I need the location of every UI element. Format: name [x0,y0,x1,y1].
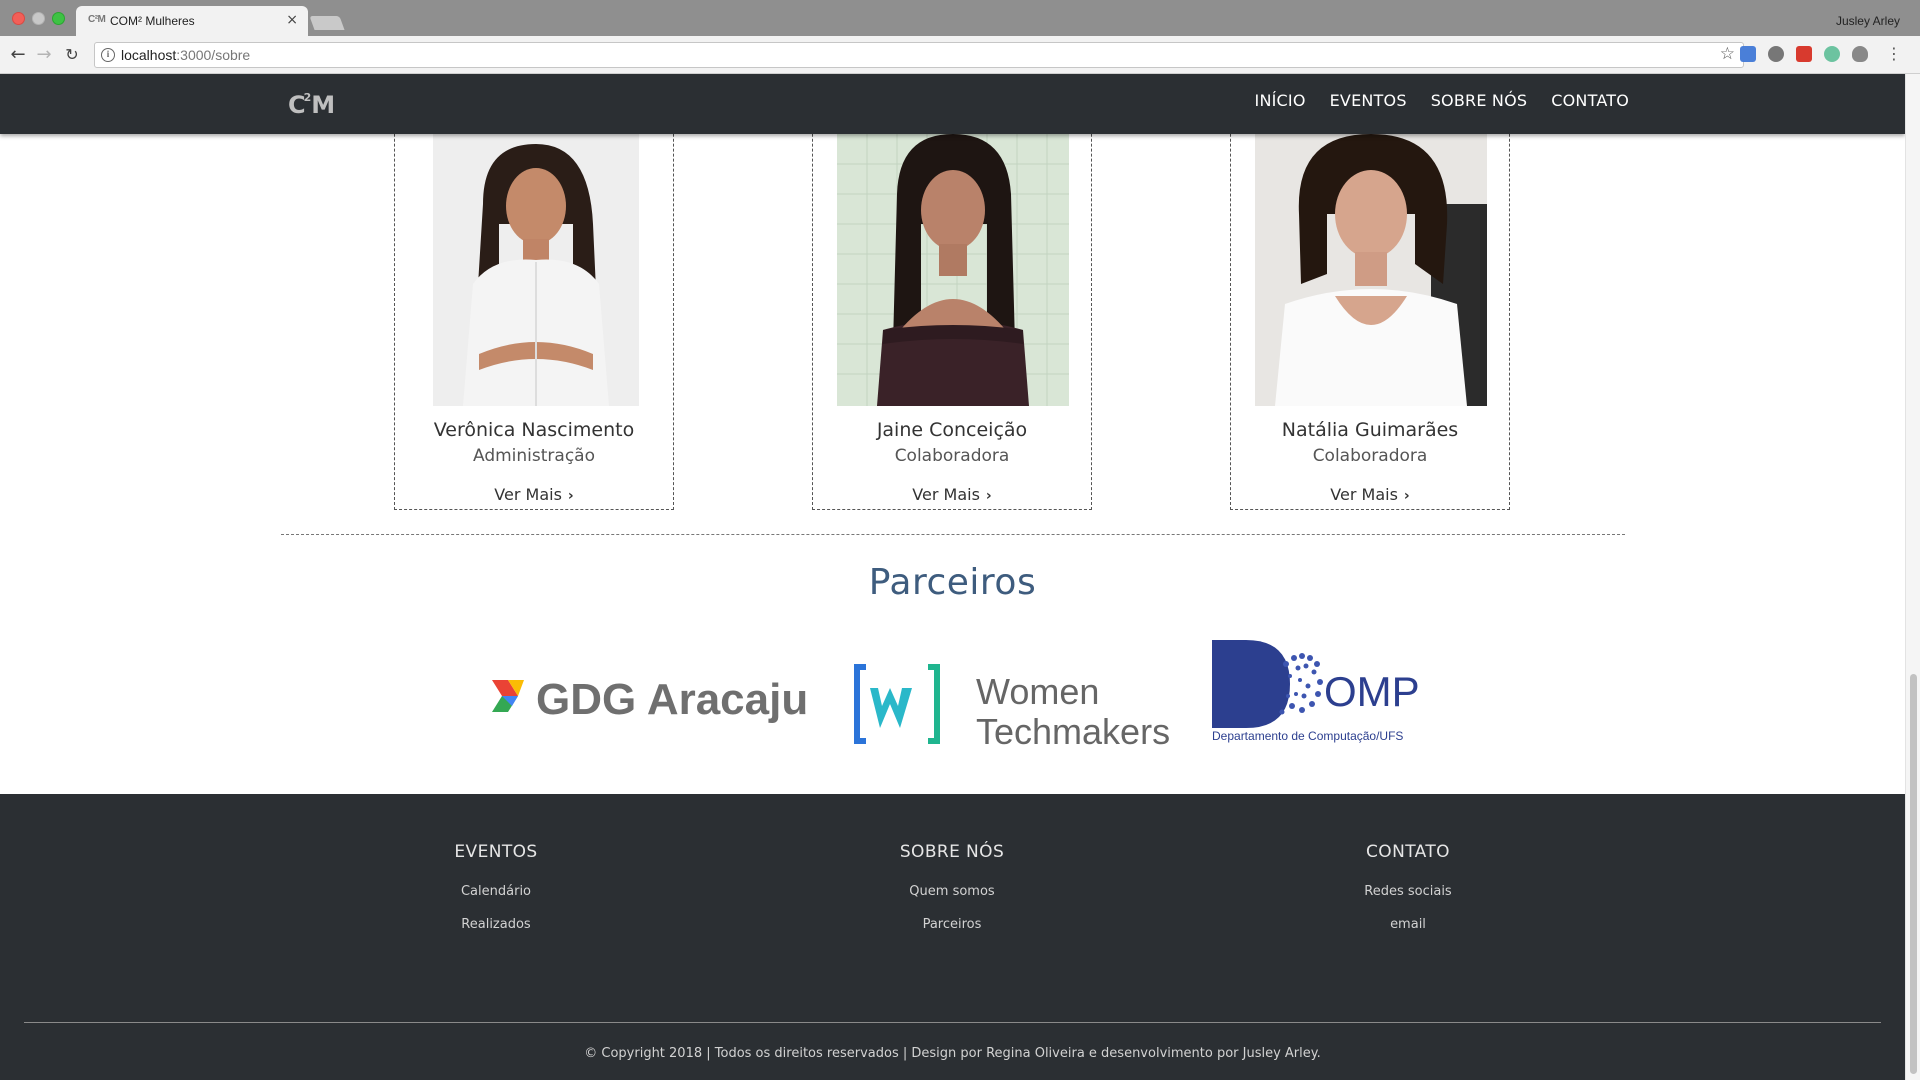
tab-favicon-icon: C²M [88,14,106,25]
info-icon[interactable]: i [101,48,115,62]
footer-link-quem-somos[interactable]: Quem somos [802,884,1102,899]
dcomp-logo-text: OMP [1324,668,1420,715]
reload-icon[interactable]: ↻ [62,45,82,65]
extension-icon[interactable] [1768,46,1784,62]
nav-eventos[interactable]: EVENTOS [1330,91,1407,110]
url-path: :3000/sobre [176,47,251,63]
ver-mais-label: Ver Mais [494,485,562,504]
footer-column-contato: CONTATO Redes sociais email [1258,842,1558,932]
bug-extension-icon[interactable] [1852,46,1868,62]
member-card: Jaine Conceição Colaboradora Ver Mais › [812,74,1092,510]
ver-mais-label: Ver Mais [912,485,980,504]
footer-heading: CONTATO [1366,842,1450,862]
site-logo[interactable]: C2M [288,91,335,119]
footer-column-eventos: EVENTOS Calendário Realizados [346,842,646,932]
minimize-window-button[interactable] [32,12,45,25]
maximize-window-button[interactable] [52,12,65,25]
ver-mais-link[interactable]: Ver Mais › [395,485,673,504]
logo-letter-m: M [311,91,335,119]
member-name: Jaine Conceição [876,419,1028,441]
close-window-button[interactable] [12,12,25,25]
ver-mais-link[interactable]: Ver Mais › [813,485,1091,504]
member-card: Verônica Nascimento Administração Ver Ma… [394,74,674,510]
footer-heading: SOBRE NÓS [899,842,1005,862]
member-name: Natália Guimarães [1281,419,1459,441]
member-role: Colaboradora [1312,446,1428,466]
partners-heading: Parceiros [868,562,1037,603]
footer-link-calendario[interactable]: Calendário [346,884,646,899]
member-role: Colaboradora [894,446,1010,466]
partner-dcomp-ufs[interactable]: OMP Departamento de Computação/UFS [1210,636,1450,746]
team-members: Verônica Nascimento Administração Ver Ma… [0,74,1905,514]
section-divider [281,534,1625,535]
bookmark-star-icon[interactable]: ☆ [1720,44,1735,64]
color-extension-icon[interactable] [1824,46,1840,62]
url-host: localhost [121,47,177,63]
url-text[interactable]: localhost:3000/sobre [121,47,250,63]
translate-extension-icon[interactable] [1740,46,1756,62]
ver-mais-label: Ver Mais [1330,485,1398,504]
footer-link-realizados[interactable]: Realizados [346,917,646,932]
site-footer: EVENTOS Calendário Realizados SOBRE NÓS … [0,794,1905,1080]
member-photo [837,134,1069,406]
pdf-extension-icon[interactable] [1796,46,1812,62]
tab-close-icon[interactable]: × [286,12,298,28]
footer-link-parceiros[interactable]: Parceiros [802,917,1102,932]
chevron-right-icon: › [985,488,992,504]
member-role: Administração [473,446,595,466]
ver-mais-link[interactable]: Ver Mais › [1231,485,1509,504]
scrollbar-thumb[interactable] [1910,674,1917,1074]
browser-toolbar: ← → ↻ i localhost:3000/sobre ☆ ⋮ [0,36,1920,74]
partner-gdg-aracaju[interactable]: GDG Aracaju [490,656,810,736]
forward-arrow-icon[interactable]: → [34,45,54,65]
browser-tab[interactable]: C²M COM² Mulheres × [76,6,308,36]
footer-divider [24,1022,1881,1023]
chevron-right-icon: › [567,488,574,504]
gdg-logo-text: GDG Aracaju [536,675,808,724]
footer-link-redes-sociais[interactable]: Redes sociais [1258,884,1558,899]
site-navbar: C2M INÍCIO EVENTOS SOBRE NÓS CONTATO [0,74,1905,134]
browser-tabstrip: C²M COM² Mulheres × Jusley Arley [0,0,1920,36]
logo-letter-c: C [288,91,306,119]
page-viewport: C2M INÍCIO EVENTOS SOBRE NÓS CONTATO Ver… [0,74,1905,1080]
address-bar[interactable]: i localhost:3000/sobre ☆ [94,42,1744,68]
nav-inicio[interactable]: INÍCIO [1255,91,1306,110]
nav-links: INÍCIO EVENTOS SOBRE NÓS CONTATO [1255,91,1629,110]
back-arrow-icon[interactable]: ← [8,45,28,65]
wtm-line-1: Women [976,671,1099,712]
new-tab-button[interactable] [309,16,345,30]
footer-heading: EVENTOS [454,842,538,862]
member-photo [1255,134,1487,406]
member-name: Verônica Nascimento [433,419,635,441]
partner-women-techmakers[interactable]: Women Techmakers [850,644,1170,754]
copyright-text: © Copyright 2018 | Todos os direitos res… [584,1046,1321,1061]
member-card: Natália Guimarães Colaboradora Ver Mais › [1230,74,1510,510]
tab-title: COM² Mulheres [110,14,195,28]
browser-menu-icon[interactable]: ⋮ [1886,44,1902,64]
footer-column-sobre-nos: SOBRE NÓS Quem somos Parceiros [802,842,1102,932]
nav-sobre-nos[interactable]: SOBRE NÓS [1431,91,1528,110]
nav-contato[interactable]: CONTATO [1551,91,1629,110]
member-photo [433,134,639,406]
page-scrollbar[interactable] [1905,74,1920,1080]
browser-profile-name[interactable]: Jusley Arley [1836,14,1900,28]
chevron-right-icon: › [1403,488,1410,504]
wtm-line-2: Techmakers [976,711,1170,752]
dcomp-subtitle: Departamento de Computação/UFS [1212,729,1403,743]
footer-link-email[interactable]: email [1258,917,1558,932]
